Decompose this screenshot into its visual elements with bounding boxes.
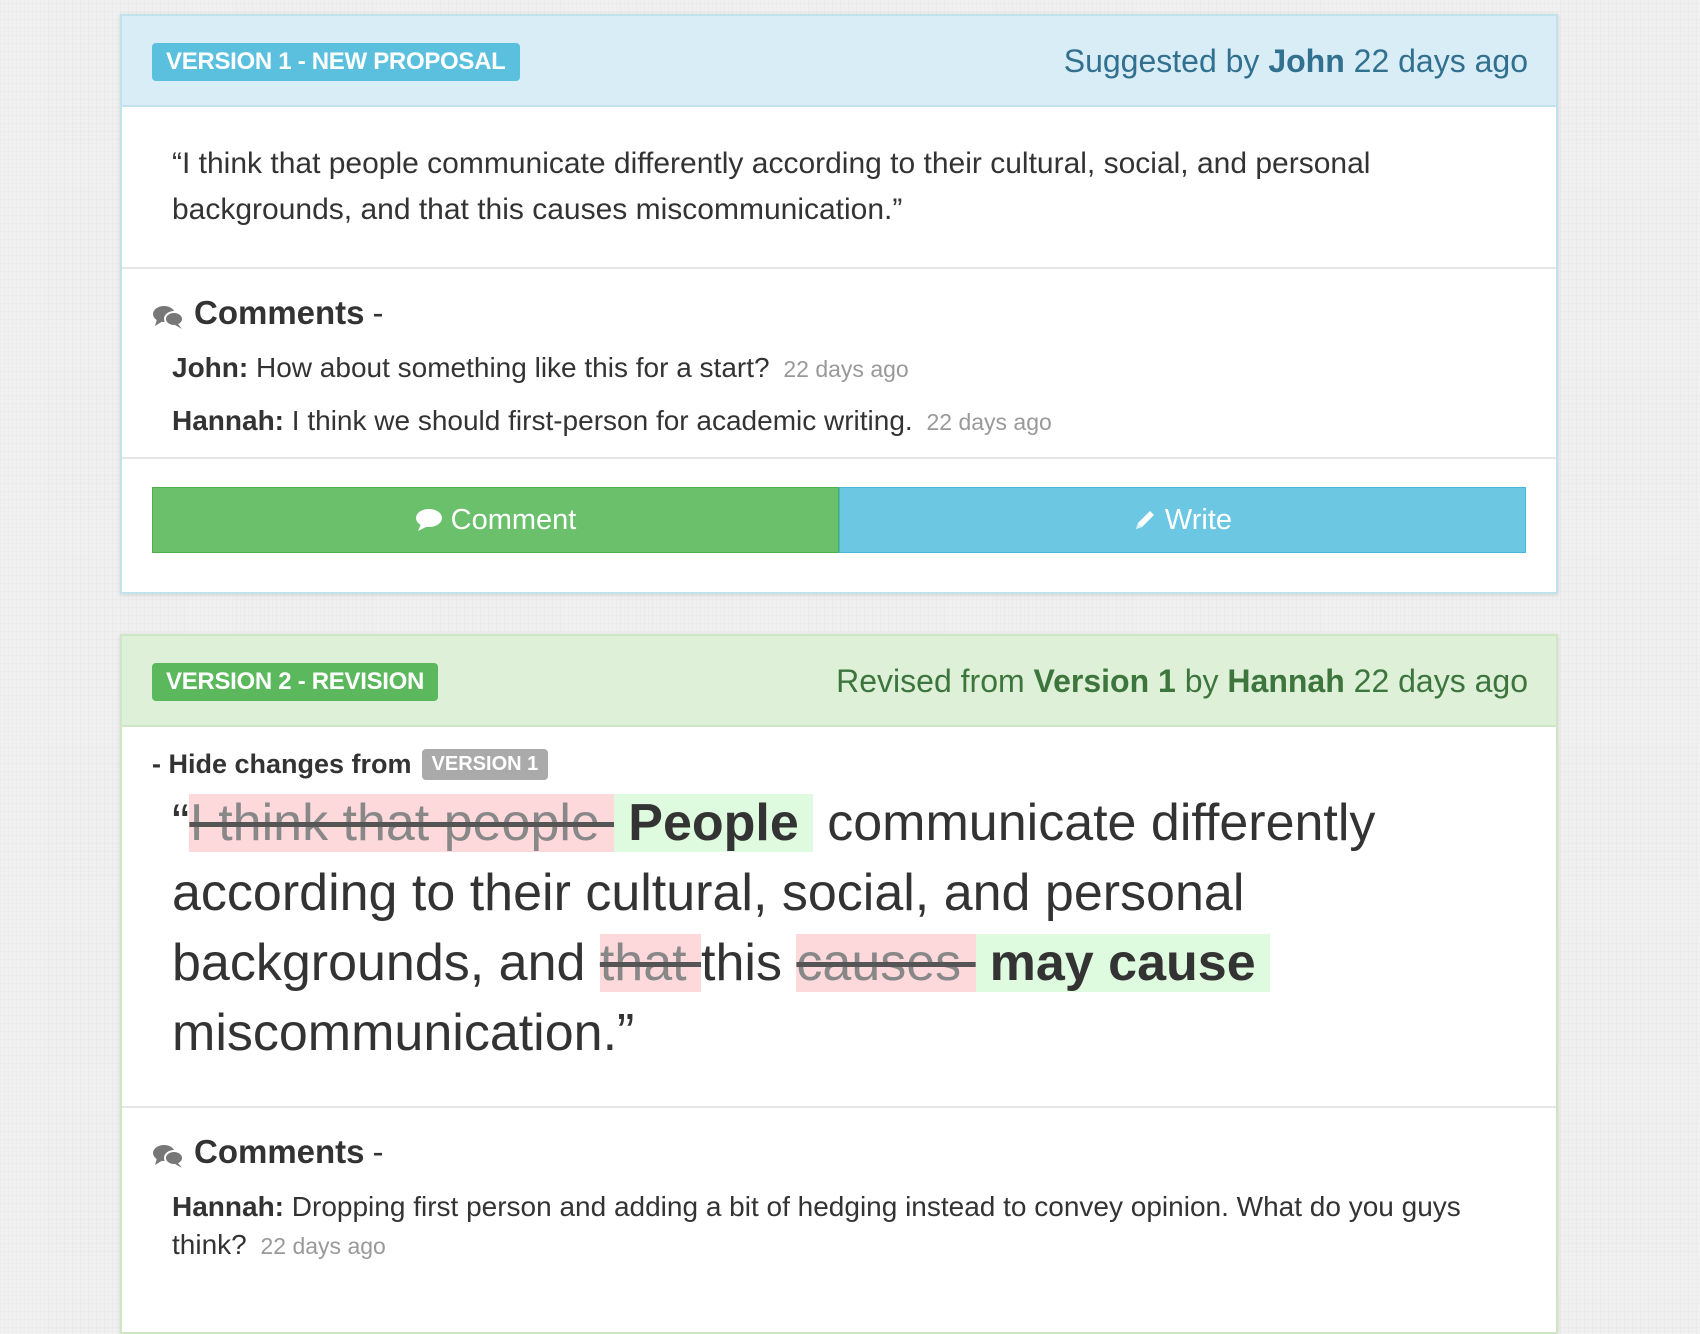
version-1-quote: “I think that people communicate differe… — [122, 107, 1556, 269]
comments-title: Comments — [194, 294, 365, 331]
version-2-comments: Comments - Hannah: Dropping first person… — [122, 1108, 1556, 1281]
revision-diff-text: “I think that people People communicate … — [122, 780, 1556, 1108]
comments-icon — [152, 1139, 184, 1168]
deleted-text: that — [599, 934, 702, 992]
meta-time: 22 days ago — [1353, 43, 1528, 79]
meta-by: by — [1184, 663, 1219, 699]
comments-toggle[interactable]: - — [373, 1133, 384, 1171]
author-link[interactable]: John — [1268, 43, 1344, 79]
comments-icon — [152, 300, 184, 329]
comment-text: I think we should first-person for acade… — [291, 405, 913, 436]
comment-time: 22 days ago — [783, 356, 909, 382]
changes-version-badge: VERSION 1 — [421, 749, 549, 780]
comments-toggle[interactable]: - — [373, 294, 384, 332]
version-1-header: VERSION 1 - NEW PROPOSAL Suggested by Jo… — [122, 16, 1556, 107]
deleted-text: causes — [796, 934, 976, 992]
hide-changes-label: - Hide changes from — [152, 749, 412, 779]
comment-text: How about something like this for a star… — [256, 352, 770, 383]
comment-bubble-icon — [415, 509, 442, 531]
comment-item: Hannah: I think we should first-person f… — [152, 402, 1526, 441]
hide-changes-toggle[interactable]: - Hide changes from VERSION 1 — [122, 727, 1556, 780]
meta-prefix: Suggested by — [1063, 43, 1260, 79]
unchanged-text: miscommunication.” — [172, 1004, 635, 1062]
comment-author: Hannah: — [172, 405, 284, 436]
pencil-icon — [1135, 511, 1154, 529]
comment-time: 22 days ago — [260, 1233, 386, 1259]
version-1-meta: Suggested by John 22 days ago — [1064, 43, 1528, 80]
version-2-badge: VERSION 2 - REVISION — [152, 663, 439, 701]
version-1-badge: VERSION 1 - NEW PROPOSAL — [152, 43, 520, 81]
open-quote: “ — [172, 794, 190, 852]
comment-author: John: — [172, 352, 249, 383]
version-1-comments: Comments - John: How about something lik… — [122, 269, 1556, 459]
version-link[interactable]: Version 1 — [1034, 663, 1176, 699]
version-2-header: VERSION 2 - REVISION Revised from Versio… — [122, 636, 1556, 727]
version-2-meta: Revised from Version 1 by Hannah 22 days… — [836, 663, 1528, 700]
version-2-panel: VERSION 2 - REVISION Revised from Versio… — [120, 634, 1558, 1334]
meta-time: 22 days ago — [1353, 663, 1528, 699]
comment-time: 22 days ago — [926, 409, 1052, 435]
comment-button-label: Comment — [450, 503, 577, 536]
comments-heading: Comments - — [152, 1130, 1526, 1174]
version-1-panel: VERSION 1 - NEW PROPOSAL Suggested by Jo… — [120, 14, 1558, 594]
unchanged-text: this — [701, 934, 797, 992]
comment-button[interactable]: Comment — [152, 487, 839, 553]
meta-prefix: Revised from — [836, 663, 1025, 699]
inserted-text: People — [614, 794, 813, 852]
write-button-label: Write — [1164, 503, 1233, 536]
comment-item: Hannah: Dropping first person and adding… — [152, 1188, 1526, 1265]
version-1-actions: Comment Write — [122, 459, 1556, 581]
comment-author: Hannah: — [172, 1191, 284, 1222]
comments-heading: Comments - — [152, 291, 1526, 335]
author-link[interactable]: Hannah — [1227, 663, 1344, 699]
comment-item: John: How about something like this for … — [152, 349, 1526, 388]
inserted-text: may cause — [975, 934, 1270, 992]
deleted-text: I think that people — [189, 794, 615, 852]
comments-title: Comments — [194, 1133, 365, 1170]
write-button[interactable]: Write — [839, 487, 1526, 553]
